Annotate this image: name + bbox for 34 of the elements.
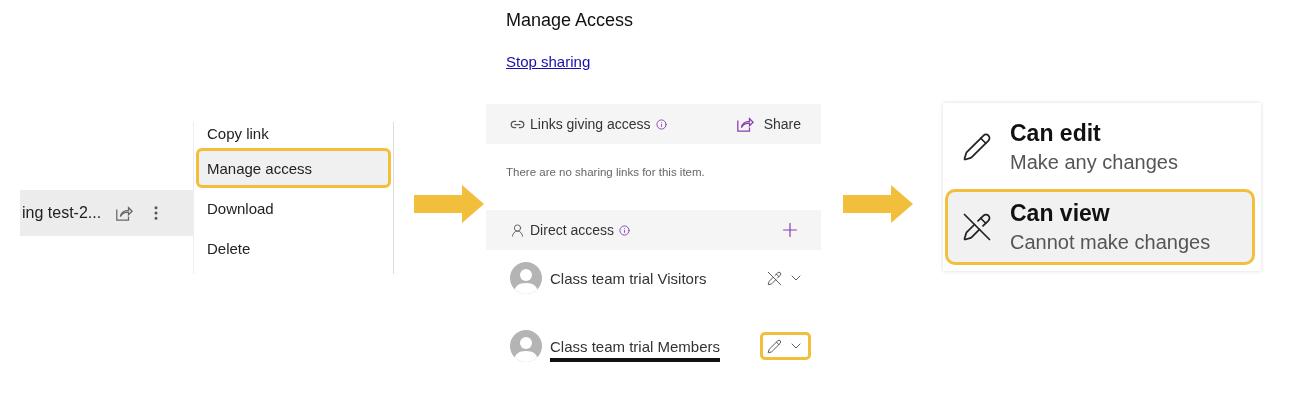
pencil-icon [962, 132, 992, 162]
share-button[interactable]: Share [735, 115, 801, 133]
permission-option[interactable]: Can edit Make any changes [945, 109, 1255, 185]
person-icon [510, 222, 525, 238]
member-name: Class team trial Visitors [550, 269, 707, 289]
share-icon [735, 115, 754, 133]
menu-item[interactable]: Manage access [196, 148, 391, 188]
stop-sharing-link[interactable]: Stop sharing [506, 53, 591, 70]
arrow-icon [414, 185, 484, 223]
info-icon [619, 224, 631, 236]
section-title: Direct access [530, 222, 615, 238]
avatar [510, 330, 542, 362]
menu-item[interactable]: Copy link [196, 122, 391, 148]
arrow-icon [843, 185, 913, 223]
empty-message: There are no sharing links for this item. [506, 166, 706, 178]
pencil-icon [767, 338, 782, 354]
section-title: Links giving access [530, 116, 651, 132]
permission-option[interactable]: Can view Cannot make changes [945, 189, 1255, 265]
option-title: Can view [1010, 200, 1111, 227]
share-icon [115, 204, 134, 222]
permission-dropdown[interactable] [760, 332, 811, 360]
option-title: Can edit [1010, 120, 1102, 147]
option-description: Make any changes [1010, 151, 1178, 174]
menu-item[interactable]: Download [196, 188, 391, 228]
info-icon [655, 118, 667, 130]
crossed-pencil-icon [962, 212, 992, 242]
file-row[interactable]: ing test-2... [20, 190, 193, 236]
crossed-pencil-icon [767, 270, 782, 286]
member-name: Class team trial Members [550, 337, 721, 362]
avatar [510, 262, 542, 294]
panel-title: Manage Access [506, 10, 635, 31]
file-name: ing test-2... [22, 204, 102, 222]
option-description: Cannot make changes [1010, 231, 1211, 254]
menu-item[interactable]: Delete [196, 228, 391, 268]
